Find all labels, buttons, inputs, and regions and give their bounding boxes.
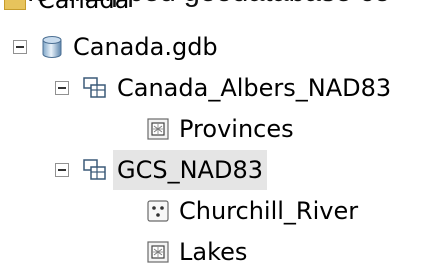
tree-item-label: Canada.gdb [73, 33, 218, 61]
tree-item-label: GCS_NAD83 [113, 150, 267, 190]
polygon-feature-class-icon [147, 241, 169, 263]
point-feature-class-icon [147, 200, 169, 222]
collapse-toggle-icon[interactable] [55, 81, 69, 95]
collapse-toggle-icon[interactable] [55, 163, 69, 177]
geodatabase-icon [42, 36, 62, 58]
tree-item-label: Canada_Albers_NAD83 [117, 74, 392, 102]
tree-item-label: Provinces [179, 115, 294, 143]
folder-label-canada: Canada [38, 0, 130, 14]
tree-item-lakes[interactable]: Lakes [147, 232, 247, 272]
tree-item-provinces[interactable]: Provinces [147, 109, 294, 149]
tree-item-churchill-river[interactable]: Churchill_River [147, 191, 358, 231]
tree-item-label: Churchill_River [179, 197, 359, 225]
collapse-toggle-icon[interactable] [13, 40, 27, 54]
tree-item-canada-gdb[interactable]: Canada.gdb [13, 27, 218, 67]
folder-icon [4, 0, 26, 10]
tree-item-canada-albers-nad83[interactable]: Canada_Albers_NAD83 [55, 68, 391, 108]
feature-dataset-icon [83, 77, 106, 98]
polygon-feature-class-icon [147, 118, 169, 140]
tree-item-label: Lakes [179, 238, 248, 266]
feature-dataset-icon [83, 159, 106, 180]
tree-item-gcs-nad83[interactable]: GCS_NAD83 [55, 150, 267, 190]
